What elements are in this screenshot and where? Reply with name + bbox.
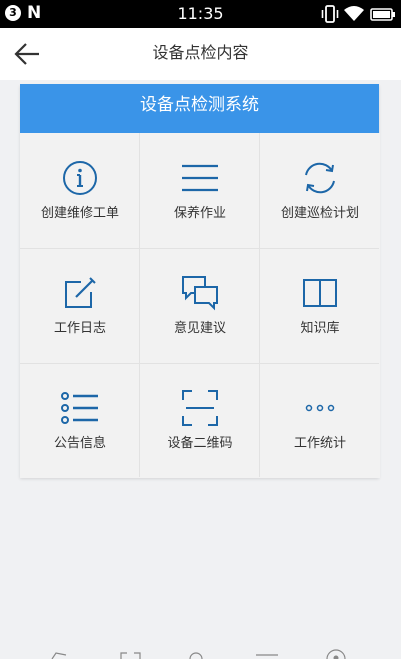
more-icon [305,404,335,412]
grid-item-label: 工作日志 [53,321,106,336]
info-icon [63,161,97,195]
grid-item-label: 设备二维码 [167,436,233,451]
grid-item-knowledge-base[interactable]: 知识库 [260,248,380,363]
grid-item-suggestions[interactable]: 意见建议 [140,248,260,363]
grid-divider [20,248,379,249]
grid-item-work-log[interactable]: 工作日志 [20,248,140,363]
card-header: 设备点检测系统 [20,84,379,133]
grid-item-label: 创建维修工单 [40,206,119,221]
nav-icon-partial [51,652,67,659]
edit-icon [65,277,96,308]
grid-item-repair-order[interactable]: 创建维修工单 [20,133,140,248]
grid-item-qr-code[interactable]: 设备二维码 [140,363,260,478]
list-icon [61,392,98,424]
chat-icon [182,276,218,311]
book-icon [303,279,337,307]
grid-item-inspection-plan[interactable]: 创建巡检计划 [260,133,380,248]
grid-item-announcements[interactable]: 公告信息 [20,363,140,478]
grid-divider [259,133,260,477]
grid-item-label: 创建巡检计划 [280,206,359,221]
page-title: 设备点检内容 [152,43,249,62]
feature-card: 设备点检测系统 创建维修工单 保养作业 创建巡检计划 工作日志 意见建议 知识库… [20,84,380,478]
grid-item-label: 保养作业 [173,206,226,221]
grid-divider [139,133,140,477]
refresh-icon [305,162,335,194]
lines-icon [182,164,218,192]
status-bar: 3 N 11:35 [0,0,401,28]
nav-icon-partial [189,652,203,659]
app-bar: 设备点检内容 [0,28,401,80]
scan-icon [182,390,218,426]
nav-icon-partial [134,652,141,659]
nav-icon-partial [120,652,127,659]
battery-icon [370,8,395,21]
grid-item-label: 知识库 [300,321,340,336]
feature-grid: 创建维修工单 保养作业 创建巡检计划 工作日志 意见建议 知识库 公告信息 设备… [20,133,380,478]
grid-item-maintenance[interactable]: 保养作业 [140,133,260,248]
grid-item-label: 工作统计 [293,436,346,451]
grid-item-label: 意见建议 [173,321,226,336]
main-content: 设备点检测系统 创建维修工单 保养作业 创建巡检计划 工作日志 意见建议 知识库… [20,84,380,659]
wifi-icon [344,6,364,21]
vibrate-icon [321,5,339,23]
grid-item-work-stats[interactable]: 工作统计 [260,363,380,478]
nav-icon-partial [333,655,339,659]
bottom-nav-partial [51,649,346,659]
grid-item-label: 公告信息 [53,436,106,451]
status-time: 11:35 [177,4,224,23]
grid-divider [20,363,379,364]
